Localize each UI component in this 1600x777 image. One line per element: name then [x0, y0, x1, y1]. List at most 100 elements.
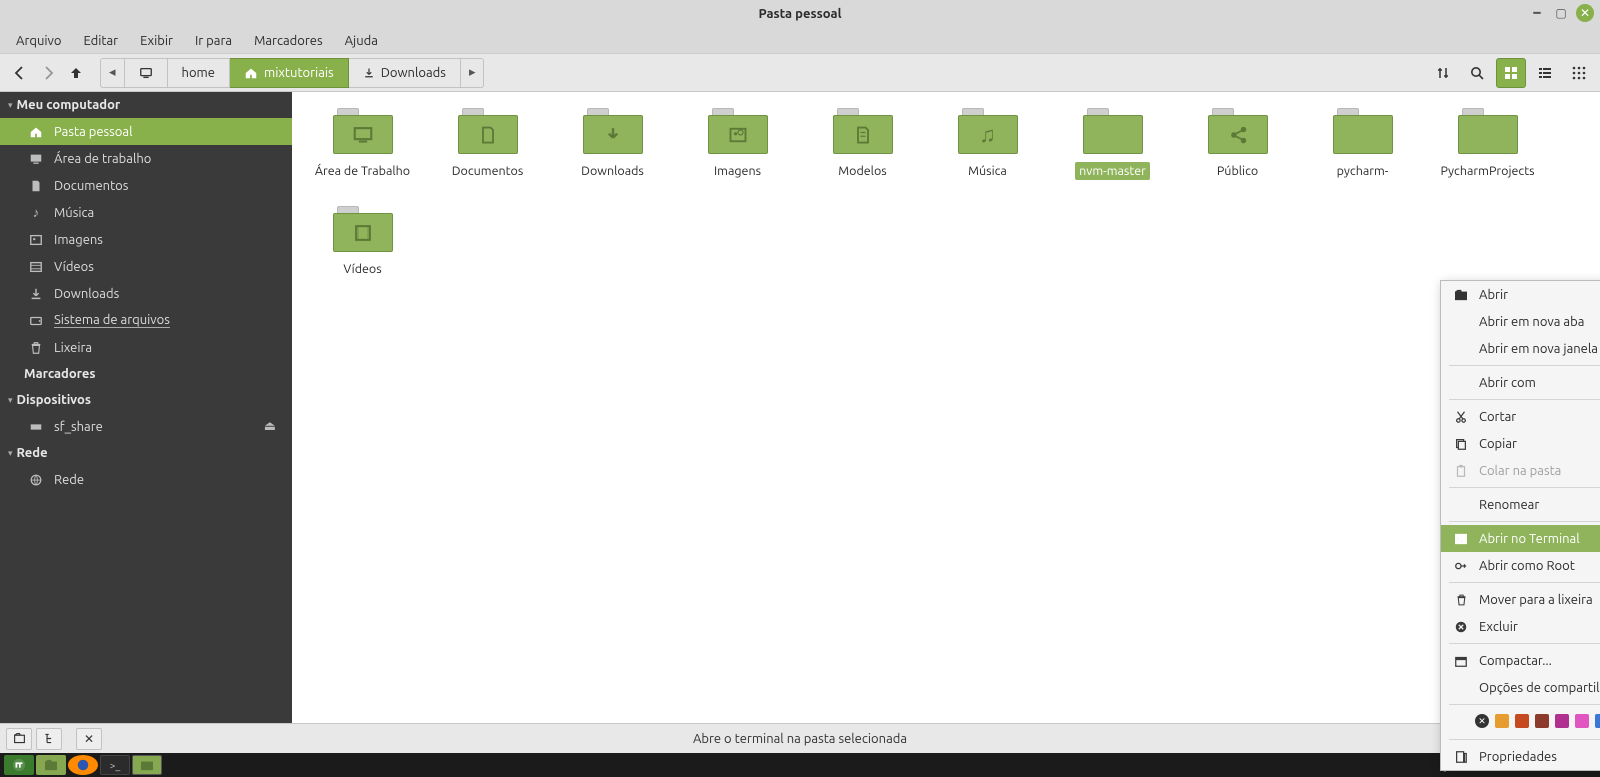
- folder-item[interactable]: Vídeos: [300, 206, 425, 278]
- taskbar-terminal-launcher[interactable]: >_: [100, 755, 130, 775]
- menu-ajuda[interactable]: Ajuda: [335, 31, 388, 51]
- ctx-item[interactable]: Copiar: [1441, 430, 1600, 457]
- color-swatch[interactable]: [1495, 714, 1509, 728]
- sidebar-item-desktop[interactable]: Área de trabalho: [0, 145, 292, 172]
- ctx-item[interactable]: Renomear: [1441, 491, 1600, 518]
- minimize-button[interactable]: ━: [1528, 4, 1546, 22]
- folder-icon: [1083, 108, 1143, 154]
- folder-item[interactable]: Documentos: [425, 108, 550, 180]
- folder-view[interactable]: Área de Trabalho Documentos DownloadsImage…: [292, 92, 1600, 723]
- ctx-item[interactable]: Compactar...: [1441, 647, 1600, 674]
- color-swatch[interactable]: [1595, 714, 1600, 728]
- folder-label: Documentos: [448, 162, 528, 180]
- ctx-item[interactable]: Opções de compartilhamento: [1441, 674, 1600, 701]
- taskbar-firefox-launcher[interactable]: [68, 755, 98, 775]
- view-icons-button[interactable]: [1496, 58, 1526, 88]
- menu-irpara[interactable]: Ir para: [185, 31, 242, 51]
- color-clear[interactable]: ✕: [1475, 714, 1489, 728]
- start-menu-button[interactable]: [4, 755, 34, 775]
- sidebar-item-home[interactable]: Pasta pessoal: [0, 118, 292, 145]
- taskbar-files-launcher[interactable]: [36, 755, 66, 775]
- ctx-label: Abrir em nova aba: [1479, 315, 1600, 329]
- ctx-item[interactable]: Abrir no Terminal: [1441, 525, 1600, 552]
- sidebar-item-music[interactable]: ♪ Música: [0, 199, 292, 226]
- ctx-label: Cortar: [1479, 410, 1600, 424]
- sidebar-section-network[interactable]: ▾ Rede: [0, 440, 292, 466]
- ctx-item[interactable]: Abrir✚: [1441, 281, 1600, 308]
- maximize-button[interactable]: ▢: [1552, 4, 1570, 22]
- folder-item[interactable]: Área de Trabalho: [300, 108, 425, 180]
- folder-label: PycharmProjects: [1436, 162, 1538, 180]
- folder-label: Modelos: [834, 162, 890, 180]
- ctx-separator: [1449, 739, 1600, 740]
- ctx-item[interactable]: Excluir: [1441, 613, 1600, 640]
- music-icon: ♪: [28, 205, 44, 220]
- view-compact-button[interactable]: [1564, 58, 1594, 88]
- view-list-button[interactable]: [1530, 58, 1560, 88]
- folder-item[interactable]: Downloads: [550, 108, 675, 180]
- ctx-item[interactable]: Cortar: [1441, 403, 1600, 430]
- menu-editar[interactable]: Editar: [73, 31, 128, 51]
- computer-icon: [139, 66, 153, 80]
- crumb-home[interactable]: home: [168, 58, 230, 88]
- color-swatch[interactable]: [1515, 714, 1529, 728]
- sidebar-bookmarks-label: Marcadores: [0, 361, 292, 387]
- ctx-item[interactable]: Abrir com▸: [1441, 369, 1600, 396]
- crumb-mixtutoriais[interactable]: mixtutoriais: [230, 58, 349, 88]
- sidebar-item-network[interactable]: Rede: [0, 466, 292, 493]
- nav-up-button[interactable]: [62, 59, 90, 87]
- folder-item[interactable]: nvm-master: [1050, 108, 1175, 180]
- ctx-item[interactable]: Propriedades: [1441, 743, 1600, 770]
- menu-marcadores[interactable]: Marcadores: [244, 31, 333, 51]
- close-button[interactable]: ✕: [1576, 4, 1594, 22]
- folder-icon: [1333, 108, 1393, 154]
- folder-icon: [458, 108, 518, 154]
- sidebar-section-computer[interactable]: ▾ Meu computador: [0, 92, 292, 118]
- sidebar-section-devices[interactable]: ▾ Dispositivos: [0, 387, 292, 413]
- menu-exibir[interactable]: Exibir: [130, 31, 183, 51]
- folder-label: pycharm-: [1333, 162, 1393, 180]
- color-swatch[interactable]: [1575, 714, 1589, 728]
- sidebar-item-documents[interactable]: Documentos: [0, 172, 292, 199]
- eject-icon[interactable]: ⏏: [264, 419, 276, 434]
- folder-label: Público: [1213, 162, 1262, 180]
- tree-toggle-button[interactable]: [36, 728, 62, 750]
- crumb-prev[interactable]: ◂: [100, 58, 125, 88]
- ctx-label: Mover para a lixeira: [1479, 593, 1600, 607]
- crumb-computer[interactable]: [125, 58, 168, 88]
- sidebar-item-videos[interactable]: Vídeos: [0, 253, 292, 280]
- color-swatch[interactable]: [1555, 714, 1569, 728]
- folder-item[interactable]: Modelos: [800, 108, 925, 180]
- trash-icon: [1453, 593, 1469, 607]
- sidebar-item-images[interactable]: Imagens: [0, 226, 292, 253]
- crumb-downloads[interactable]: Downloads: [349, 58, 461, 88]
- home-icon: [28, 125, 44, 139]
- ctx-item[interactable]: Mover para a lixeira: [1441, 586, 1600, 613]
- ctx-item[interactable]: Abrir como Root: [1441, 552, 1600, 579]
- folder-item[interactable]: pycharm-: [1300, 108, 1425, 180]
- nav-back-button[interactable]: [6, 59, 34, 87]
- archive-icon: [1453, 654, 1469, 668]
- menu-arquivo[interactable]: Arquivo: [6, 31, 71, 51]
- sidebar-item-downloads[interactable]: Downloads: [0, 280, 292, 307]
- nav-forward-button[interactable]: [34, 59, 62, 87]
- folder-item[interactable]: PycharmProjects: [1425, 108, 1550, 180]
- statusbar: ✕ Abre o terminal na pasta selecionada: [0, 723, 1600, 753]
- ctx-label: Copiar: [1479, 437, 1600, 451]
- sidebar-item-filesystem[interactable]: Sistema de arquivos: [0, 307, 292, 334]
- folder-item[interactable]: Público: [1175, 108, 1300, 180]
- ctx-item[interactable]: Abrir em nova janela: [1441, 335, 1600, 362]
- toggle-location-button[interactable]: [1428, 58, 1458, 88]
- sidebar-item-trash[interactable]: Lixeira: [0, 334, 292, 361]
- crumb-next[interactable]: ▸: [461, 58, 485, 88]
- home-icon: [244, 66, 258, 80]
- color-swatch[interactable]: [1535, 714, 1549, 728]
- folder-item[interactable]: Imagens: [675, 108, 800, 180]
- ctx-item[interactable]: Abrir em nova aba: [1441, 308, 1600, 335]
- places-toggle-button[interactable]: [6, 728, 32, 750]
- sidebar-item-sfshare[interactable]: sf_share ⏏: [0, 413, 292, 440]
- search-button[interactable]: [1462, 58, 1492, 88]
- taskbar-files-window[interactable]: [132, 755, 162, 775]
- close-panel-button[interactable]: ✕: [76, 728, 102, 750]
- folder-item[interactable]: ♫Música: [925, 108, 1050, 180]
